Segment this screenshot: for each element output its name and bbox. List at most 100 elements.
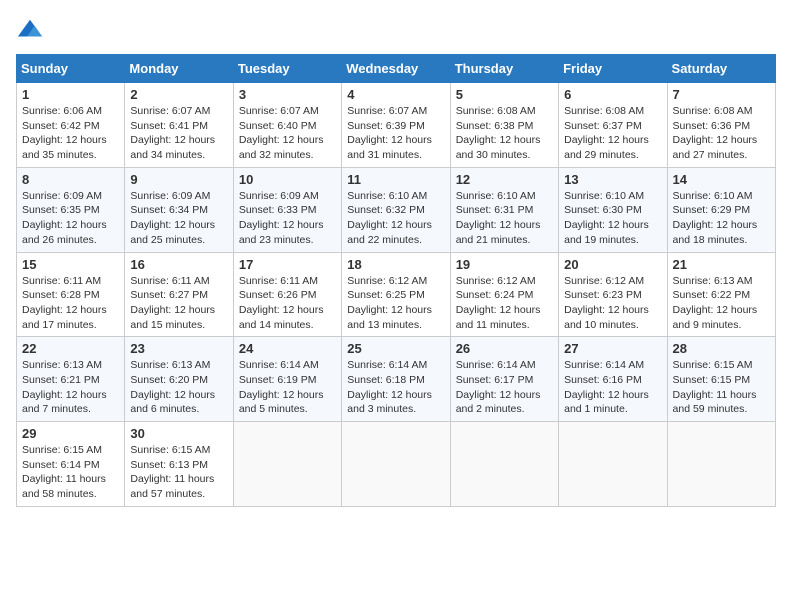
day-info: Sunrise: 6:12 AM Sunset: 6:24 PM Dayligh… [456,274,553,333]
logo [16,16,48,44]
day-number: 11 [347,172,444,187]
calendar-cell: 30 Sunrise: 6:15 AM Sunset: 6:13 PM Dayl… [125,422,233,507]
day-number: 16 [130,257,227,272]
calendar-cell [450,422,558,507]
day-number: 25 [347,341,444,356]
calendar-cell: 5 Sunrise: 6:08 AM Sunset: 6:38 PM Dayli… [450,83,558,168]
day-number: 14 [673,172,770,187]
day-number: 2 [130,87,227,102]
calendar-cell: 9 Sunrise: 6:09 AM Sunset: 6:34 PM Dayli… [125,167,233,252]
calendar-cell [559,422,667,507]
day-number: 18 [347,257,444,272]
day-info: Sunrise: 6:07 AM Sunset: 6:40 PM Dayligh… [239,104,336,163]
day-number: 27 [564,341,661,356]
day-info: Sunrise: 6:13 AM Sunset: 6:20 PM Dayligh… [130,358,227,417]
day-info: Sunrise: 6:14 AM Sunset: 6:19 PM Dayligh… [239,358,336,417]
calendar-cell: 29 Sunrise: 6:15 AM Sunset: 6:14 PM Dayl… [17,422,125,507]
weekday-header-sunday: Sunday [17,55,125,83]
day-info: Sunrise: 6:06 AM Sunset: 6:42 PM Dayligh… [22,104,119,163]
day-info: Sunrise: 6:14 AM Sunset: 6:18 PM Dayligh… [347,358,444,417]
day-number: 13 [564,172,661,187]
weekday-header-friday: Friday [559,55,667,83]
day-info: Sunrise: 6:07 AM Sunset: 6:39 PM Dayligh… [347,104,444,163]
day-number: 8 [22,172,119,187]
weekday-header-wednesday: Wednesday [342,55,450,83]
calendar-cell: 11 Sunrise: 6:10 AM Sunset: 6:32 PM Dayl… [342,167,450,252]
calendar-cell: 22 Sunrise: 6:13 AM Sunset: 6:21 PM Dayl… [17,337,125,422]
day-info: Sunrise: 6:08 AM Sunset: 6:37 PM Dayligh… [564,104,661,163]
day-number: 6 [564,87,661,102]
day-info: Sunrise: 6:08 AM Sunset: 6:36 PM Dayligh… [673,104,770,163]
day-info: Sunrise: 6:10 AM Sunset: 6:29 PM Dayligh… [673,189,770,248]
calendar-cell: 24 Sunrise: 6:14 AM Sunset: 6:19 PM Dayl… [233,337,341,422]
day-info: Sunrise: 6:13 AM Sunset: 6:22 PM Dayligh… [673,274,770,333]
day-info: Sunrise: 6:15 AM Sunset: 6:13 PM Dayligh… [130,443,227,502]
day-info: Sunrise: 6:11 AM Sunset: 6:28 PM Dayligh… [22,274,119,333]
calendar-cell: 2 Sunrise: 6:07 AM Sunset: 6:41 PM Dayli… [125,83,233,168]
day-info: Sunrise: 6:12 AM Sunset: 6:25 PM Dayligh… [347,274,444,333]
weekday-header-saturday: Saturday [667,55,775,83]
day-info: Sunrise: 6:10 AM Sunset: 6:30 PM Dayligh… [564,189,661,248]
day-info: Sunrise: 6:08 AM Sunset: 6:38 PM Dayligh… [456,104,553,163]
day-info: Sunrise: 6:14 AM Sunset: 6:16 PM Dayligh… [564,358,661,417]
calendar-cell: 19 Sunrise: 6:12 AM Sunset: 6:24 PM Dayl… [450,252,558,337]
calendar-cell: 21 Sunrise: 6:13 AM Sunset: 6:22 PM Dayl… [667,252,775,337]
day-number: 23 [130,341,227,356]
day-number: 5 [456,87,553,102]
calendar-cell: 23 Sunrise: 6:13 AM Sunset: 6:20 PM Dayl… [125,337,233,422]
calendar-cell: 8 Sunrise: 6:09 AM Sunset: 6:35 PM Dayli… [17,167,125,252]
day-number: 22 [22,341,119,356]
day-number: 7 [673,87,770,102]
calendar-cell: 13 Sunrise: 6:10 AM Sunset: 6:30 PM Dayl… [559,167,667,252]
page-header [16,16,776,44]
weekday-header-tuesday: Tuesday [233,55,341,83]
day-number: 12 [456,172,553,187]
day-number: 3 [239,87,336,102]
calendar-cell: 20 Sunrise: 6:12 AM Sunset: 6:23 PM Dayl… [559,252,667,337]
calendar-cell: 6 Sunrise: 6:08 AM Sunset: 6:37 PM Dayli… [559,83,667,168]
day-number: 4 [347,87,444,102]
calendar-table: SundayMondayTuesdayWednesdayThursdayFrid… [16,54,776,507]
calendar-cell: 17 Sunrise: 6:11 AM Sunset: 6:26 PM Dayl… [233,252,341,337]
day-info: Sunrise: 6:10 AM Sunset: 6:31 PM Dayligh… [456,189,553,248]
day-info: Sunrise: 6:09 AM Sunset: 6:34 PM Dayligh… [130,189,227,248]
calendar-cell: 10 Sunrise: 6:09 AM Sunset: 6:33 PM Dayl… [233,167,341,252]
calendar-cell: 1 Sunrise: 6:06 AM Sunset: 6:42 PM Dayli… [17,83,125,168]
calendar-cell: 16 Sunrise: 6:11 AM Sunset: 6:27 PM Dayl… [125,252,233,337]
day-number: 28 [673,341,770,356]
calendar-cell: 7 Sunrise: 6:08 AM Sunset: 6:36 PM Dayli… [667,83,775,168]
calendar-cell: 15 Sunrise: 6:11 AM Sunset: 6:28 PM Dayl… [17,252,125,337]
calendar-cell: 28 Sunrise: 6:15 AM Sunset: 6:15 PM Dayl… [667,337,775,422]
day-info: Sunrise: 6:12 AM Sunset: 6:23 PM Dayligh… [564,274,661,333]
day-number: 17 [239,257,336,272]
calendar-cell: 18 Sunrise: 6:12 AM Sunset: 6:25 PM Dayl… [342,252,450,337]
day-number: 10 [239,172,336,187]
calendar-cell: 12 Sunrise: 6:10 AM Sunset: 6:31 PM Dayl… [450,167,558,252]
day-number: 15 [22,257,119,272]
calendar-cell: 25 Sunrise: 6:14 AM Sunset: 6:18 PM Dayl… [342,337,450,422]
day-info: Sunrise: 6:11 AM Sunset: 6:26 PM Dayligh… [239,274,336,333]
day-info: Sunrise: 6:11 AM Sunset: 6:27 PM Dayligh… [130,274,227,333]
day-info: Sunrise: 6:09 AM Sunset: 6:35 PM Dayligh… [22,189,119,248]
day-number: 21 [673,257,770,272]
day-number: 9 [130,172,227,187]
calendar-cell: 26 Sunrise: 6:14 AM Sunset: 6:17 PM Dayl… [450,337,558,422]
logo-icon [16,16,44,44]
day-info: Sunrise: 6:13 AM Sunset: 6:21 PM Dayligh… [22,358,119,417]
day-number: 19 [456,257,553,272]
calendar-cell: 14 Sunrise: 6:10 AM Sunset: 6:29 PM Dayl… [667,167,775,252]
day-info: Sunrise: 6:07 AM Sunset: 6:41 PM Dayligh… [130,104,227,163]
day-info: Sunrise: 6:15 AM Sunset: 6:15 PM Dayligh… [673,358,770,417]
calendar-cell [233,422,341,507]
weekday-header-monday: Monday [125,55,233,83]
weekday-header-thursday: Thursday [450,55,558,83]
calendar-cell: 4 Sunrise: 6:07 AM Sunset: 6:39 PM Dayli… [342,83,450,168]
calendar-cell: 3 Sunrise: 6:07 AM Sunset: 6:40 PM Dayli… [233,83,341,168]
day-info: Sunrise: 6:15 AM Sunset: 6:14 PM Dayligh… [22,443,119,502]
calendar-cell [342,422,450,507]
day-number: 29 [22,426,119,441]
day-info: Sunrise: 6:14 AM Sunset: 6:17 PM Dayligh… [456,358,553,417]
day-number: 26 [456,341,553,356]
day-number: 30 [130,426,227,441]
calendar-cell [667,422,775,507]
